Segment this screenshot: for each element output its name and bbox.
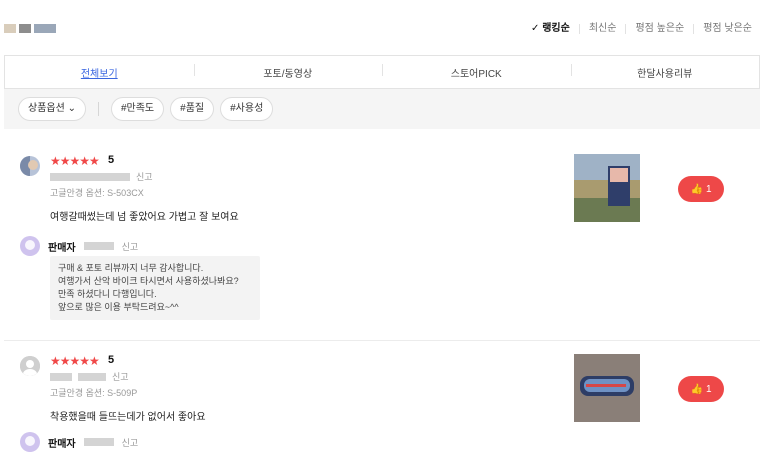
reply-line: 여행가서 산악 바이크 타시면서 사용하셨나봐요? — [58, 276, 239, 286]
review-photo[interactable] — [574, 154, 640, 222]
sort-rating-low[interactable]: 평점 낮은순 — [693, 24, 761, 34]
sort-latest[interactable]: 최신순 — [578, 24, 626, 34]
sort-rating-high[interactable]: 평점 높은순 — [625, 24, 693, 34]
seller-avatar — [20, 432, 40, 452]
user-line: 신고 — [50, 370, 129, 383]
seller-reply: 구매 & 포토 리뷰까지 너무 감사합니다. 여행가서 산악 바이크 타시면서 … — [50, 256, 260, 320]
default-avatar-icon — [20, 356, 40, 376]
masked-username — [50, 372, 72, 381]
thumbs-up-icon: 👍 — [690, 183, 703, 195]
product-option-dropdown[interactable]: 상품옵션 ⌄ — [18, 97, 86, 121]
seller-avatar — [20, 236, 40, 256]
review-content: 여행갈때썼는데 넘 좋았어요 가볍고 잘 보여요 — [50, 212, 239, 223]
tab-photo-video[interactable]: 포토/동영상 — [193, 63, 383, 80]
avatar — [20, 356, 40, 376]
masked-block — [19, 24, 31, 33]
tag-satisfaction[interactable]: #만족도 — [110, 97, 165, 121]
thumbs-up-icon: 👍 — [690, 383, 703, 395]
sort-options: ✓ 랭킹순 최신순 평점 높은순 평점 낮은순 — [531, 24, 761, 34]
report-link[interactable]: 신고 — [136, 170, 153, 183]
review-photo-image — [574, 154, 640, 222]
tag-quality[interactable]: #품질 — [170, 97, 215, 121]
check-icon: ✓ — [531, 23, 540, 34]
tab-store-pick[interactable]: 스토어PICK — [382, 63, 571, 80]
review-tabs: 전체보기 포토/동영상 스토어PICK 한달사용리뷰 — [4, 55, 760, 89]
seller-reply-header: 판매자 신고 — [20, 432, 138, 452]
masked-block — [34, 24, 56, 33]
review-item: ★★★★★ 5 신고 고글안경 옵션: S-509P 착용했을때 들뜨는데가 없… — [4, 350, 760, 455]
sort-ranking[interactable]: ✓ 랭킹순 — [531, 24, 579, 34]
review-content: 착용했을때 들뜨는데가 없어서 좋아요 — [50, 412, 206, 423]
masked-username — [50, 172, 130, 181]
tab-month-review[interactable]: 한달사용리뷰 — [570, 63, 760, 80]
product-option: 고글안경 옵션: S-503CX — [50, 188, 144, 198]
report-link[interactable]: 신고 — [112, 370, 129, 383]
sort-ranking-label: 랭킹순 — [542, 23, 570, 34]
reply-line: 만족 하셨다니 다행입니다. — [58, 289, 157, 299]
review-photo-image — [574, 354, 640, 422]
user-line: 신고 — [50, 170, 153, 183]
like-button[interactable]: 👍 1 — [678, 176, 724, 202]
masked-title — [4, 24, 56, 33]
masked-block — [4, 24, 16, 33]
seller-label: 판매자 — [48, 438, 76, 450]
masked-username — [78, 372, 106, 381]
rating-score: 5 — [108, 154, 115, 166]
avatar — [20, 156, 40, 176]
seller-report-link[interactable]: 신고 — [122, 240, 139, 253]
like-button[interactable]: 👍 1 — [678, 376, 724, 402]
masked-seller-name — [83, 242, 114, 250]
like-count: 1 — [705, 183, 712, 195]
review-header: ✓ 랭킹순 최신순 평점 높은순 평점 낮은순 — [0, 18, 773, 42]
reply-line: 구매 & 포토 리뷰까지 너무 감사합니다. — [58, 263, 204, 273]
avatar-image — [20, 156, 40, 176]
masked-seller-name — [83, 438, 114, 446]
rating-stars: ★★★★★ — [50, 154, 100, 168]
seller-reply-header: 판매자 신고 — [20, 236, 138, 256]
tag-usability[interactable]: #사용성 — [220, 97, 274, 121]
tab-all[interactable]: 전체보기 — [5, 65, 194, 80]
seller-report-link[interactable]: 신고 — [122, 436, 139, 449]
seller-label: 판매자 — [48, 242, 76, 254]
reply-line: 앞으로 많은 이용 부탁드려요~^^ — [58, 302, 179, 312]
review-item: ★★★★★ 5 신고 고글안경 옵션: S-503CX 여행갈때썼는데 넘 좋았… — [4, 150, 760, 341]
divider — [97, 102, 99, 116]
review-photo[interactable] — [574, 354, 640, 422]
filter-bar: 상품옵션 ⌄ #만족도 #품질 #사용성 — [4, 89, 760, 129]
rating-score: 5 — [108, 354, 115, 366]
like-count: 1 — [705, 383, 712, 395]
rating-stars: ★★★★★ — [50, 354, 100, 368]
product-option: 고글안경 옵션: S-509P — [50, 388, 138, 398]
